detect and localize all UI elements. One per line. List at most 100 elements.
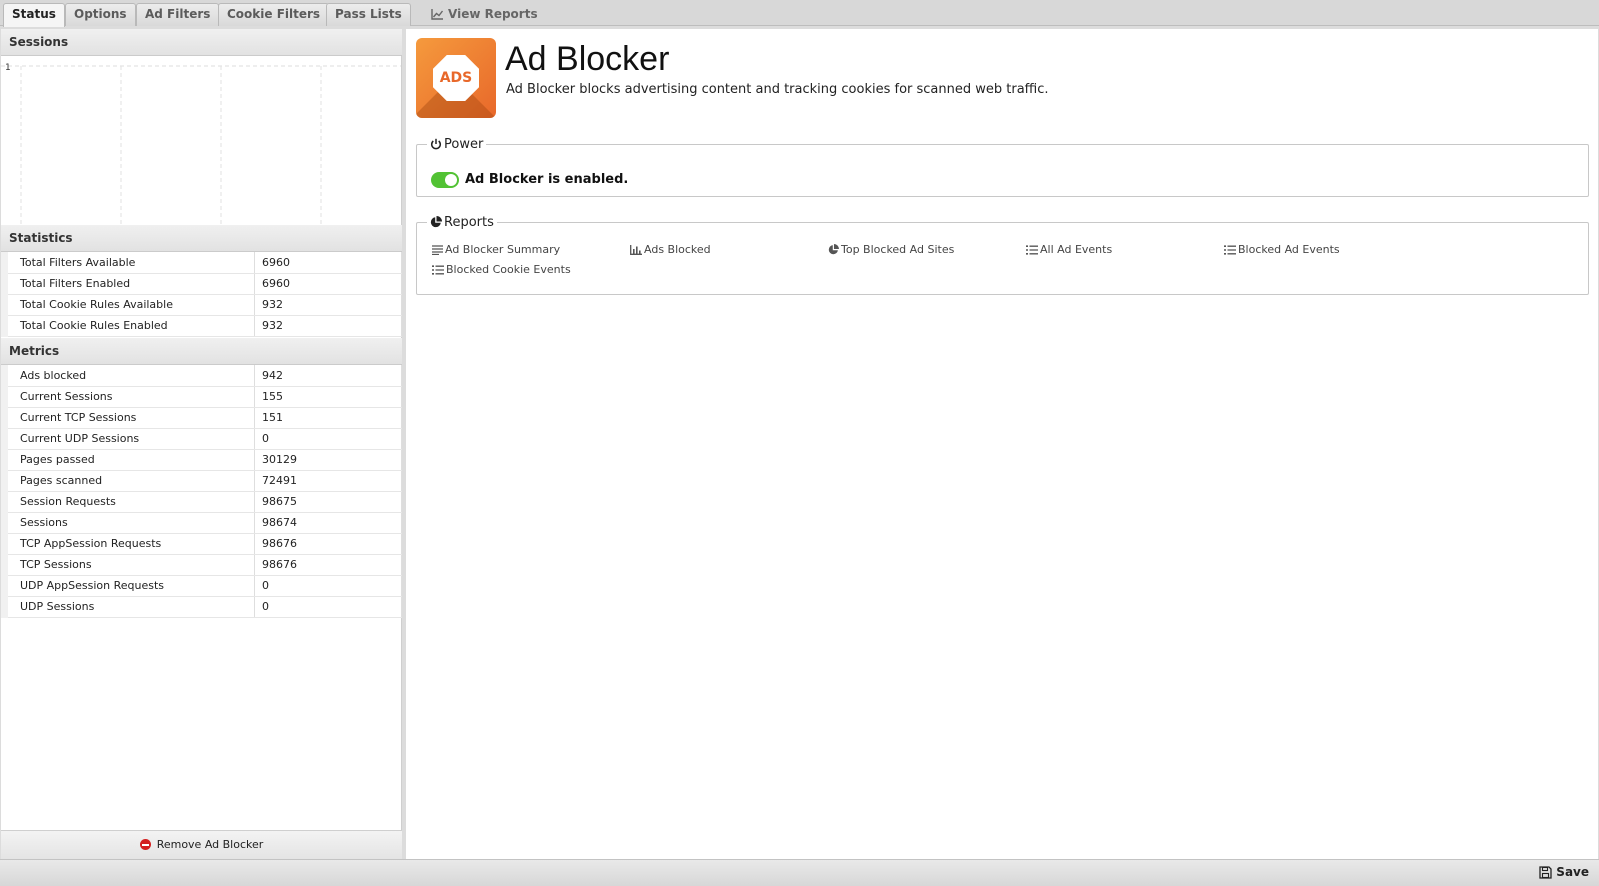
save-label: Save [1556, 865, 1589, 879]
app-panel: ADS Ad Blocker Ad Blocker blocks adverti… [406, 29, 1598, 859]
table-row: Current TCP Sessions 151 [1, 407, 402, 429]
table-row: Pages passed 30129 [1, 449, 402, 471]
list-icon [432, 265, 444, 275]
metric-label: UDP AppSession Requests [1, 575, 255, 597]
metric-label: Current UDP Sessions [1, 428, 255, 450]
reports-fieldset: Reports Ad Blocker Summary Ads Blocked T… [416, 215, 1589, 295]
statistics-heading: Statistics [1, 225, 402, 252]
report-link-top-blocked-ad-sites[interactable]: Top Blocked Ad Sites [828, 243, 954, 256]
tab-cookie-filters[interactable]: Cookie Filters [218, 3, 330, 26]
tab-label: Options [74, 7, 127, 21]
metric-value: 0 [254, 575, 402, 597]
statistics-table: Total Filters Available 6960 Total Filter… [1, 252, 402, 337]
bar-chart-icon [630, 245, 642, 255]
metric-label: UDP Sessions [1, 596, 255, 618]
metric-value: 151 [254, 407, 402, 429]
report-link-label: Top Blocked Ad Sites [841, 243, 955, 256]
metric-label: Session Requests [1, 491, 255, 513]
report-link-label: Blocked Cookie Events [446, 263, 571, 276]
tab-bar: Status Options Ad Filters Cookie Filters… [0, 0, 1599, 27]
report-link-label: Blocked Ad Events [1238, 243, 1340, 256]
power-fieldset: Power Ad Blocker is enabled. [416, 137, 1589, 197]
stat-label: Total Filters Enabled [1, 273, 255, 295]
tab-options[interactable]: Options [65, 3, 136, 26]
metric-value: 72491 [254, 470, 402, 492]
table-row: Total Cookie Rules Enabled 932 [1, 315, 402, 337]
table-row: Total Filters Available 6960 [1, 252, 402, 274]
table-row: TCP Sessions 98676 [1, 554, 402, 576]
report-link-label: Ad Blocker Summary [445, 243, 561, 256]
page-title: Ad Blocker [505, 40, 670, 78]
tab-status[interactable]: Status [3, 3, 65, 27]
bottom-toolbar: Save [0, 859, 1599, 886]
metric-label: Pages scanned [1, 470, 255, 492]
report-link-blocked-cookie-events[interactable]: Blocked Cookie Events [432, 263, 571, 276]
report-link-ad-blocker-summary[interactable]: Ad Blocker Summary [432, 243, 560, 256]
power-legend-label: Power [444, 137, 484, 152]
metric-value: 30129 [254, 449, 402, 471]
metric-value: 942 [254, 365, 402, 387]
stat-value: 932 [254, 315, 402, 337]
remove-label: Remove Ad Blocker [156, 838, 264, 851]
stat-label: Total Cookie Rules Available [1, 294, 255, 316]
table-row: Session Requests 98675 [1, 491, 402, 513]
table-row: UDP AppSession Requests 0 [1, 575, 402, 597]
pie-chart-icon [430, 216, 442, 228]
table-row: Ads blocked 942 [1, 365, 402, 387]
list-icon [1224, 245, 1236, 255]
table-row: Total Cookie Rules Available 932 [1, 294, 402, 316]
tab-label: Status [12, 7, 56, 21]
power-toggle[interactable] [431, 172, 459, 188]
sessions-heading: Sessions [1, 29, 402, 56]
remove-icon [139, 839, 151, 850]
table-row: Current UDP Sessions 0 [1, 428, 402, 450]
tab-view-reports[interactable]: View Reports [422, 3, 547, 26]
reports-legend-label: Reports [444, 215, 494, 230]
list-icon [1026, 245, 1038, 255]
metric-label: Current TCP Sessions [1, 407, 255, 429]
tab-pass-lists[interactable]: Pass Lists [326, 3, 411, 26]
tab-label: Cookie Filters [227, 7, 321, 21]
remove-app-button[interactable]: Remove Ad Blocker [1, 830, 402, 859]
metric-value: 155 [254, 386, 402, 408]
text-lines-icon [432, 245, 443, 256]
metric-label: TCP AppSession Requests [1, 533, 255, 555]
table-row: Pages scanned 72491 [1, 470, 402, 492]
metrics-heading: Metrics [1, 338, 402, 365]
report-link-all-ad-events[interactable]: All Ad Events [1026, 243, 1112, 256]
save-icon [1539, 866, 1552, 879]
metric-label: TCP Sessions [1, 554, 255, 576]
table-row: TCP AppSession Requests 98676 [1, 533, 402, 555]
sessions-chart: 13:06:1513:06:3013:06:4513:07:001 [1, 63, 402, 251]
power-legend: Power [427, 137, 486, 152]
stat-value: 6960 [254, 273, 402, 295]
tab-ad-filters[interactable]: Ad Filters [136, 3, 220, 26]
status-panel: Sessions 13:06:1513:06:3013:06:4513:07:0… [1, 29, 402, 859]
table-row: UDP Sessions 0 [1, 596, 402, 618]
stat-label: Total Filters Available [1, 252, 255, 274]
report-link-blocked-ad-events[interactable]: Blocked Ad Events [1224, 243, 1340, 256]
metric-label: Sessions [1, 512, 255, 534]
metrics-table: Ads blocked 942 Current Sessions 155 Curre… [1, 365, 402, 618]
metric-label: Ads blocked [1, 365, 255, 387]
metric-value: 98675 [254, 491, 402, 513]
reports-legend: Reports [427, 215, 497, 230]
chart-y-tick-label: 1 [5, 63, 11, 73]
pie-chart-icon [828, 244, 839, 255]
table-row: Total Filters Enabled 6960 [1, 273, 402, 295]
save-button[interactable]: Save [1539, 865, 1589, 879]
metric-label: Current Sessions [1, 386, 255, 408]
metric-value: 98676 [254, 533, 402, 555]
stat-value: 932 [254, 294, 402, 316]
tab-label: Pass Lists [335, 7, 402, 21]
power-status: Ad Blocker is enabled. [465, 172, 629, 187]
line-chart-icon [431, 9, 444, 20]
report-link-label: Ads Blocked [644, 243, 711, 256]
table-row: Sessions 98674 [1, 512, 402, 534]
report-link-ads-blocked[interactable]: Ads Blocked [630, 243, 711, 256]
report-link-label: All Ad Events [1040, 243, 1113, 256]
metric-value: 0 [254, 596, 402, 618]
power-icon [430, 138, 442, 150]
stat-value: 6960 [254, 252, 402, 274]
tab-label: View Reports [448, 7, 538, 21]
